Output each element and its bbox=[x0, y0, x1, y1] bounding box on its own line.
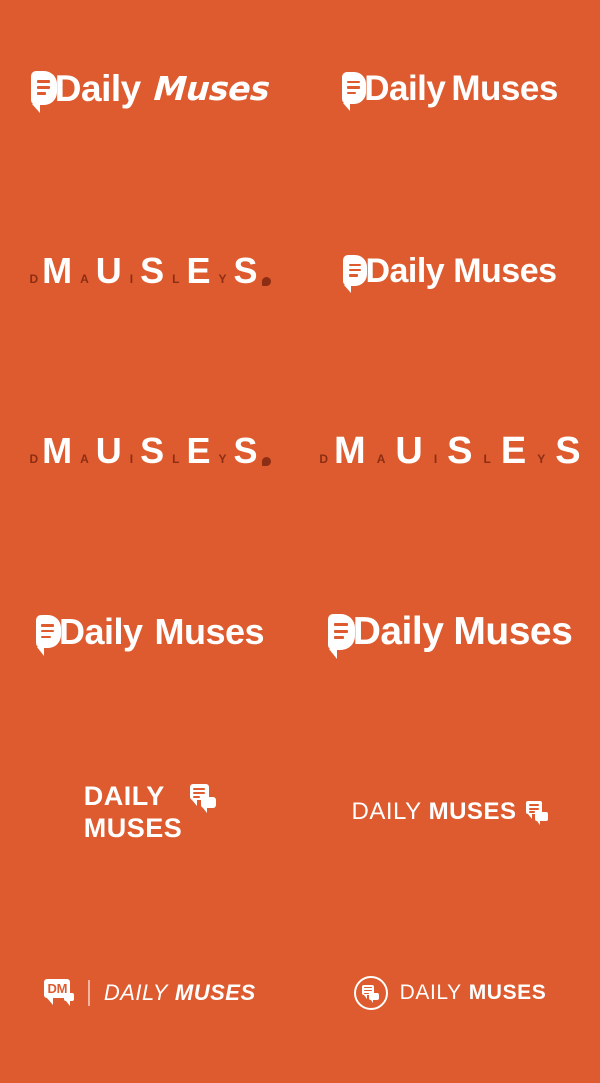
daily-letter-y: Y bbox=[218, 452, 227, 467]
logo-variant-v11: DM DAILY MUSES bbox=[0, 903, 300, 1083]
wordmark-muses-caps: MUSES bbox=[83, 812, 183, 843]
muses-letter-m: M bbox=[42, 430, 73, 472]
logo-variant-v3: D M A U I S L E Y S bbox=[0, 181, 300, 362]
wordmark-muses: Muses bbox=[453, 251, 557, 290]
speech-bubble-d-icon bbox=[343, 255, 368, 294]
daily-letter-i: I bbox=[129, 271, 134, 286]
logo-variant-v1: Daily Muses bbox=[0, 0, 300, 181]
logo-variations-sheet: Daily Muses Daily Muses D M A U I S L E … bbox=[0, 0, 600, 1083]
wordmark-daily-caps-italic: DAILY bbox=[103, 979, 168, 1005]
daily-letter-i: I bbox=[433, 451, 438, 466]
wordmark-muses-caps: MUSES bbox=[428, 798, 517, 826]
logo-variant-v10: DAILY MUSES bbox=[300, 722, 600, 903]
double-chat-bubble-icon bbox=[190, 783, 217, 813]
speech-bubble-d-icon bbox=[342, 72, 367, 112]
daily-letter-a: A bbox=[80, 452, 89, 467]
logo-variant-v7: Daily Muses bbox=[0, 542, 300, 723]
wordmark-daily: Daily bbox=[365, 251, 445, 290]
wordmark-daily: Daily bbox=[352, 610, 444, 654]
stacked-wordmark: DAILY MUSES bbox=[83, 780, 183, 843]
interleaved-lockup: D M A U I S L E Y S bbox=[29, 430, 271, 472]
wordmark-daily-caps-light: DAILY bbox=[399, 981, 462, 1005]
muses-letter-s1: S bbox=[447, 429, 473, 472]
dm-monogram-bubble-icon: DM bbox=[44, 978, 75, 1007]
muses-letter-s2: S bbox=[233, 430, 258, 472]
daily-letter-i: I bbox=[129, 452, 134, 467]
interleaved-lockup: D M A U I S L E Y S bbox=[29, 249, 271, 292]
muses-letter-u: U bbox=[95, 249, 122, 291]
wordmark-daily-caps-light: DAILY bbox=[351, 798, 422, 826]
muses-letter-s2: S bbox=[233, 249, 258, 291]
trailing-bubble-dot-icon bbox=[261, 276, 271, 286]
daily-letter-l: L bbox=[172, 452, 180, 467]
muses-letter-u: U bbox=[95, 430, 122, 472]
trailing-bubble-dot-icon bbox=[261, 457, 271, 467]
logo-variant-v4: Daily Muses bbox=[300, 181, 600, 362]
speech-bubble-d-icon bbox=[30, 71, 57, 114]
logo-variant-v2: Daily Muses bbox=[300, 0, 600, 181]
lockup-divider bbox=[88, 979, 90, 1006]
wordmark-muses-caps: MUSES bbox=[468, 981, 547, 1005]
wordmark-daily: Daily bbox=[364, 68, 446, 108]
wordmark-muses: Muses bbox=[154, 610, 265, 652]
muses-letter-u: U bbox=[395, 429, 423, 472]
muses-letter-s2: S bbox=[555, 429, 581, 472]
dm-monogram-text: DM bbox=[47, 980, 68, 996]
speech-bubble-d-icon bbox=[327, 613, 355, 659]
daily-letter-a: A bbox=[376, 451, 386, 466]
muses-letter-e: E bbox=[186, 430, 211, 472]
muses-letter-e: E bbox=[186, 249, 211, 291]
muses-letter-m: M bbox=[334, 429, 366, 472]
logo-variant-v9: DAILY MUSES bbox=[0, 722, 300, 903]
wordmark-muses: Muses bbox=[453, 610, 573, 654]
interleaved-lockup-wide: D M A U I S L E Y S bbox=[319, 430, 580, 473]
daily-letter-a: A bbox=[80, 271, 89, 286]
wordmark-muses: Muses bbox=[451, 68, 558, 108]
daily-letter-l: L bbox=[172, 271, 180, 286]
wordmark-muses-caps-italic: MUSES bbox=[174, 979, 256, 1005]
daily-letter-y: Y bbox=[537, 451, 546, 466]
daily-letter-d: D bbox=[319, 451, 329, 466]
wordmark-daily-caps: DAILY bbox=[83, 780, 165, 811]
daily-letter-d: D bbox=[29, 452, 39, 467]
daily-letter-d: D bbox=[29, 271, 39, 286]
muses-letter-s1: S bbox=[140, 249, 165, 291]
daily-letter-y: Y bbox=[218, 271, 227, 286]
wordmark-daily: Daily bbox=[58, 610, 143, 652]
logo-variant-v12: DAILY MUSES bbox=[300, 903, 600, 1083]
daily-letter-l: L bbox=[483, 451, 491, 466]
wordmark-muses-script: Muses bbox=[152, 68, 271, 108]
circular-chat-badge-icon bbox=[353, 975, 388, 1010]
muses-letter-e: E bbox=[500, 429, 527, 472]
speech-bubble-d-icon bbox=[35, 615, 61, 657]
muses-letter-s1: S bbox=[140, 430, 165, 472]
logo-variant-v6: D M A U I S L E Y S bbox=[300, 361, 600, 542]
muses-letter-m: M bbox=[42, 249, 73, 291]
double-chat-bubble-icon bbox=[526, 801, 549, 826]
logo-variant-v5: D M A U I S L E Y S bbox=[0, 361, 300, 542]
wordmark-daily: Daily bbox=[54, 67, 141, 109]
logo-variant-v8: Daily Muses bbox=[300, 542, 600, 723]
